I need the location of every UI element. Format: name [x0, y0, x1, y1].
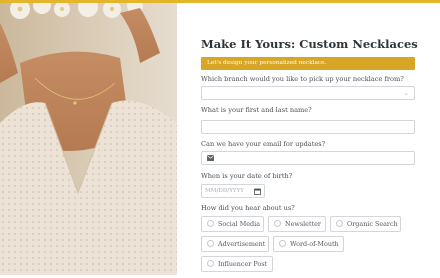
- dob-label: When is your date of birth?: [201, 172, 293, 180]
- radio-icon: [336, 220, 343, 227]
- branch-label: Which branch would you like to pick up y…: [201, 75, 404, 83]
- option-word-of-mouth[interactable]: Word-of-Mouth: [273, 236, 344, 252]
- hero-photo: [0, 3, 177, 275]
- calendar-icon[interactable]: [254, 188, 261, 195]
- radio-icon: [274, 220, 281, 227]
- envelope-icon: [207, 155, 214, 161]
- dob-placeholder: MM/DD/YYYY: [205, 188, 244, 194]
- option-influencer-post[interactable]: Influencer Post: [201, 256, 273, 272]
- option-newsletter[interactable]: Newsletter: [268, 216, 326, 232]
- radio-icon: [279, 240, 286, 247]
- form-title: Make It Yours: Custom Necklaces: [201, 37, 418, 51]
- necklace-form: Make It Yours: Custom Necklaces Let's de…: [201, 36, 418, 278]
- branch-select[interactable]: ⌄: [201, 86, 415, 100]
- radio-icon: [207, 240, 214, 247]
- name-input[interactable]: [201, 120, 415, 134]
- radio-icon: [207, 260, 214, 267]
- source-options: Social Media Newsletter Organic Search A…: [201, 216, 415, 278]
- option-advertisement[interactable]: Advertisement: [201, 236, 269, 252]
- option-social-media[interactable]: Social Media: [201, 216, 264, 232]
- source-label: How did you hear about us?: [201, 204, 295, 212]
- dob-input[interactable]: MM/DD/YYYY: [201, 184, 265, 198]
- intro-banner: Let's design your personalized necklace.: [201, 57, 415, 70]
- email-label: Can we have your email for updates?: [201, 140, 326, 148]
- email-input[interactable]: [201, 151, 415, 165]
- option-organic-search[interactable]: Organic Search: [330, 216, 401, 232]
- name-label: What is your first and last name?: [201, 106, 312, 114]
- radio-icon: [207, 220, 214, 227]
- chevron-down-icon: ⌄: [403, 89, 409, 97]
